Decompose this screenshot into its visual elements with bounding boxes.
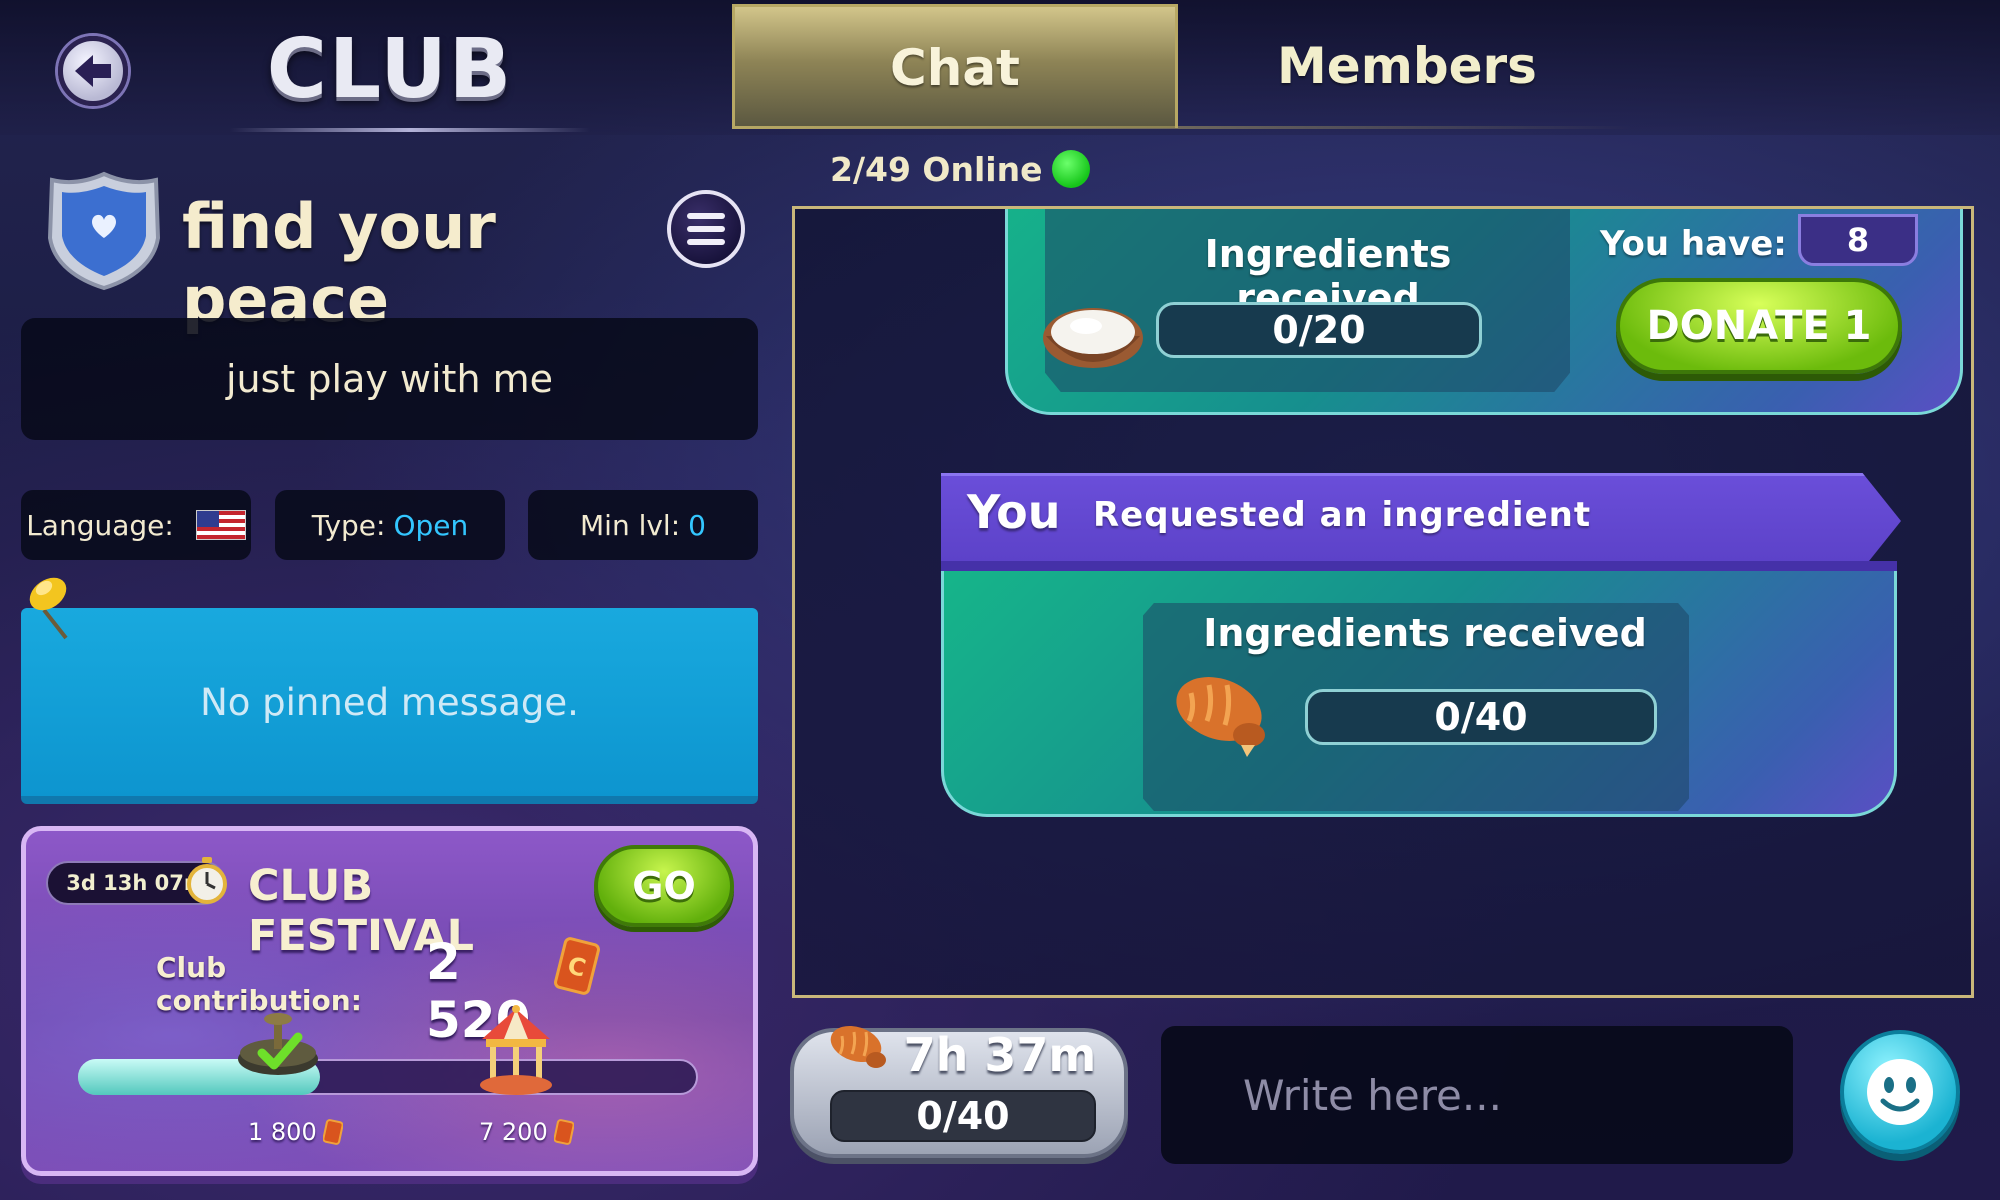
carousel-milestone-icon [480, 1005, 552, 1095]
min-level-label: Min lvl: [580, 508, 681, 542]
club-name: find your peace [182, 190, 496, 336]
online-indicator-icon [1052, 150, 1091, 188]
back-button[interactable] [58, 36, 128, 106]
menu-icon [687, 213, 725, 219]
bread-icon [830, 1025, 886, 1068]
online-status: 2/49 Online [830, 146, 1091, 192]
language-label: Language: [26, 508, 174, 542]
ingredients-progress: 0/40 [1305, 689, 1657, 745]
club-menu-button[interactable] [667, 190, 745, 268]
donate-button[interactable]: DONATE 1 [1616, 278, 1902, 374]
message-sender: You [967, 485, 1061, 539]
pinned-message-text: No pinned message. [200, 680, 579, 724]
bread-icon [1176, 677, 1265, 757]
message-header-shadow [941, 561, 1897, 571]
teacup-ride-milestone-icon [238, 1013, 318, 1075]
ingredient-request-card: Ingredients received 0/20 You have: 8 DO… [1005, 209, 1963, 415]
online-count: 2/49 Online [830, 149, 1043, 189]
chat-input[interactable] [1161, 1026, 1793, 1164]
club-description: just play with me [21, 318, 758, 440]
smiley-icon [1867, 1059, 1933, 1125]
menu-icon [687, 239, 725, 245]
request-timer: 7h 37m [903, 1028, 1097, 1082]
ingredients-received-label: Ingredients received [1203, 611, 1647, 655]
festival-ticket-icon: C [554, 937, 600, 995]
tab-divider [732, 126, 1632, 129]
milestone-2-value: 7 200 [479, 1118, 548, 1146]
message-subtitle: Requested an ingredient [1093, 495, 1592, 535]
request-progress: 0/40 [830, 1090, 1096, 1142]
festival-title: CLUB FESTIVAL [248, 861, 475, 961]
type-value: Open [393, 508, 469, 542]
milestone-1-value: 1 800 [248, 1118, 317, 1146]
tab-members[interactable]: Members [1180, 4, 1634, 128]
menu-icon [687, 226, 725, 232]
festival-go-button[interactable]: GO [594, 845, 734, 927]
page-title: CLUB [266, 22, 514, 117]
language-info: Language: [21, 490, 251, 560]
milestone-2: 7 200 [479, 1115, 574, 1149]
you-have-label: You have: [1600, 224, 1787, 264]
min-level-value: 0 [688, 508, 706, 542]
emoji-button[interactable] [1840, 1030, 1960, 1154]
type-info: Type: Open [275, 490, 505, 560]
ingredients-progress: 0/20 [1156, 302, 1482, 358]
ticket-icon [553, 1119, 574, 1145]
ticket-icon [322, 1119, 343, 1145]
club-festival-card[interactable]: 3d 13h 07m CLUB FESTIVAL GO Club contrib… [21, 826, 758, 1176]
type-label: Type: [311, 508, 386, 542]
rice-bowl-icon [1043, 308, 1143, 368]
stopwatch-icon [187, 857, 227, 904]
ingredients-received-label: Ingredients received [1204, 232, 1452, 320]
contribution-label: Club contribution: [156, 951, 362, 1017]
tab-chat[interactable]: Chat [732, 4, 1178, 128]
contribution-value: 2 520 [426, 933, 531, 1049]
pinned-message-panel: No pinned message. [21, 608, 758, 804]
title-divider [230, 128, 590, 132]
you-have-count: 8 [1798, 214, 1918, 266]
pin-icon [29, 577, 68, 640]
back-arrow-icon [75, 55, 111, 87]
min-level-info: Min lvl: 0 [528, 490, 758, 560]
club-shield-icon [47, 171, 161, 291]
milestone-1: 1 800 [248, 1115, 343, 1149]
chat-messages-panel[interactable]: Ingredients received 0/20 You have: 8 DO… [792, 206, 1974, 998]
us-flag-icon [195, 510, 246, 540]
